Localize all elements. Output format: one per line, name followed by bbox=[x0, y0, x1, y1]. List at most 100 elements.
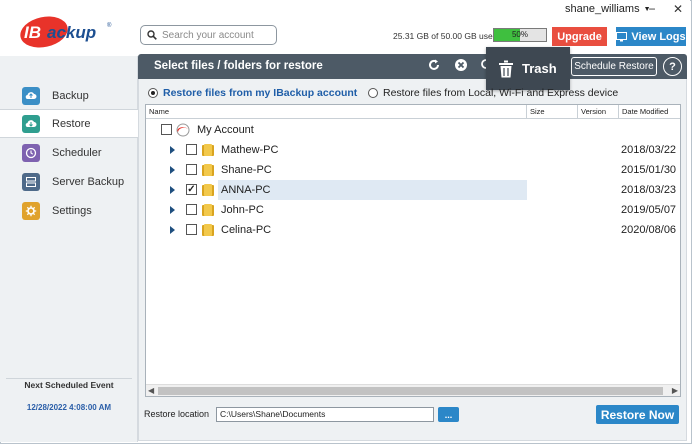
tree-row-name: Mathew-PC bbox=[221, 144, 279, 156]
checkbox[interactable] bbox=[186, 204, 197, 215]
app-header: IB ackup ® shane_williams ▼ − ✕ 25.31 GB… bbox=[0, 0, 690, 56]
restore-location-input[interactable]: C:\Users\Shane\Documents bbox=[216, 407, 434, 422]
schedule-restore-button[interactable]: Schedule Restore bbox=[571, 57, 657, 76]
expand-arrow-icon[interactable] bbox=[170, 146, 175, 154]
restore-account-label: Restore files from my IBackup account bbox=[163, 87, 358, 99]
panel-title: Select files / folders for restore bbox=[154, 60, 323, 72]
sidebar-item-label: Settings bbox=[52, 204, 92, 217]
cancel-icon[interactable] bbox=[453, 58, 469, 74]
gear-icon bbox=[22, 201, 40, 220]
restore-from-local-option[interactable]: Restore files from Local, Wi-Fi and Expr… bbox=[368, 87, 618, 99]
tree-root-row[interactable]: My Account bbox=[146, 120, 680, 140]
folder-icon bbox=[202, 204, 214, 216]
view-logs-button[interactable]: View Logs bbox=[616, 27, 686, 46]
tree-row-date: 2020/08/06 bbox=[621, 224, 677, 236]
folder-icon bbox=[202, 164, 214, 176]
next-event-title: Next Scheduled Event bbox=[24, 380, 114, 390]
folder-icon bbox=[202, 184, 214, 196]
sidebar-item-label: Scheduler bbox=[52, 146, 102, 159]
sidebar-item-label: Backup bbox=[52, 89, 89, 102]
folder-icon bbox=[202, 144, 214, 156]
divider bbox=[6, 378, 132, 379]
column-date-modified[interactable]: Date Modified bbox=[619, 105, 680, 119]
refresh-icon[interactable] bbox=[426, 58, 442, 74]
sidebar-item-scheduler[interactable]: Scheduler bbox=[0, 138, 138, 167]
restore-location-label: Restore location bbox=[144, 409, 210, 419]
column-size[interactable]: Size bbox=[527, 105, 578, 119]
tree-row-date: 2019/05/07 bbox=[621, 204, 677, 216]
storage-progress-bar: 50% bbox=[493, 28, 547, 42]
tree-row-date: 2015/01/30 bbox=[621, 164, 677, 176]
tree-root-label: My Account bbox=[197, 124, 254, 136]
column-name[interactable]: Name bbox=[146, 105, 527, 119]
checkbox[interactable] bbox=[186, 164, 197, 175]
trash-tooltip[interactable]: Trash bbox=[486, 47, 570, 90]
restore-local-label: Restore files from Local, Wi-Fi and Expr… bbox=[383, 87, 619, 99]
checkbox[interactable] bbox=[161, 124, 172, 135]
help-button[interactable]: ? bbox=[663, 57, 682, 76]
username: shane_williams bbox=[565, 3, 640, 15]
tree-row-date: 2018/03/22 bbox=[621, 144, 677, 156]
checkbox[interactable] bbox=[186, 224, 197, 235]
svg-text:ackup: ackup bbox=[47, 23, 96, 42]
window-controls: − ✕ bbox=[646, 2, 684, 16]
tree-row-name: ANNA-PC bbox=[221, 184, 271, 196]
tree-row[interactable]: Shane-PC 2015/01/30 bbox=[146, 160, 680, 180]
user-menu[interactable]: shane_williams ▼ bbox=[565, 3, 651, 15]
scrollbar-thumb[interactable] bbox=[158, 387, 663, 395]
expand-arrow-icon[interactable] bbox=[170, 226, 175, 234]
file-tree: Name Size Version Date Modified My Accou… bbox=[145, 104, 681, 397]
trash-icon bbox=[499, 60, 513, 77]
ibackup-account-icon bbox=[176, 123, 190, 137]
cloud-download-icon bbox=[22, 114, 40, 133]
expand-arrow-icon[interactable] bbox=[170, 186, 175, 194]
sidebar-item-backup[interactable]: Backup bbox=[0, 81, 138, 110]
sidebar-item-label: Server Backup bbox=[52, 175, 125, 188]
storage-progress-label: 50% bbox=[511, 30, 528, 39]
server-icon bbox=[22, 172, 40, 191]
view-logs-label: View Logs bbox=[631, 30, 686, 43]
tree-row[interactable]: ✓ ANNA-PC 2018/03/23 bbox=[146, 180, 680, 200]
tooltip-label: Trash bbox=[522, 61, 557, 76]
upgrade-button[interactable]: Upgrade bbox=[552, 27, 607, 46]
next-event-time: 12/28/2022 4:08:00 AM bbox=[26, 403, 112, 412]
sidebar-item-server-backup[interactable]: Server Backup bbox=[0, 167, 138, 196]
svg-text:IB: IB bbox=[24, 23, 41, 42]
horizontal-scrollbar[interactable]: ◀ ▶ bbox=[146, 384, 680, 396]
sidebar-item-settings[interactable]: Settings bbox=[0, 196, 138, 225]
close-window-icon[interactable]: ✕ bbox=[672, 2, 684, 16]
expand-arrow-icon[interactable] bbox=[170, 206, 175, 214]
minimize-icon[interactable]: − bbox=[646, 2, 658, 16]
tree-row-name: John-PC bbox=[221, 204, 264, 216]
next-scheduled-event: Next Scheduled Event 12/28/2022 4:08:00 … bbox=[0, 380, 138, 412]
tree-row[interactable]: Celina-PC 2020/08/06 bbox=[146, 220, 680, 240]
restore-now-button[interactable]: Restore Now bbox=[596, 405, 679, 424]
radio-selected[interactable] bbox=[148, 88, 158, 98]
tree-header: Name Size Version Date Modified bbox=[146, 105, 680, 119]
storage-quota-text: 25.31 GB of 50.00 GB used bbox=[393, 31, 498, 41]
checkbox[interactable] bbox=[186, 144, 197, 155]
sidebar: Backup Restore Scheduler Server Backup S… bbox=[0, 56, 138, 442]
sidebar-item-restore[interactable]: Restore bbox=[0, 109, 138, 138]
radio-unselected[interactable] bbox=[368, 88, 378, 98]
scroll-left-icon[interactable]: ◀ bbox=[148, 386, 154, 395]
browse-button[interactable]: ... bbox=[438, 407, 459, 422]
clock-icon bbox=[22, 143, 40, 162]
tree-row-date: 2018/03/23 bbox=[621, 184, 677, 196]
checkbox[interactable]: ✓ bbox=[186, 184, 197, 195]
scroll-right-icon[interactable]: ▶ bbox=[672, 386, 678, 395]
tree-row[interactable]: Mathew-PC 2018/03/22 bbox=[146, 140, 680, 160]
expand-arrow-icon[interactable] bbox=[170, 166, 175, 174]
column-version[interactable]: Version bbox=[578, 105, 619, 119]
svg-text:®: ® bbox=[107, 22, 112, 29]
cloud-upload-icon bbox=[22, 86, 40, 105]
sidebar-item-label: Restore bbox=[52, 117, 91, 130]
tree-row[interactable]: John-PC 2019/05/07 bbox=[146, 200, 680, 220]
search-box[interactable] bbox=[140, 25, 277, 45]
search-input[interactable] bbox=[162, 29, 272, 41]
tree-row-name: Celina-PC bbox=[221, 224, 272, 236]
tree-row-name: Shane-PC bbox=[221, 164, 272, 176]
restore-from-account-option[interactable]: Restore files from my IBackup account bbox=[148, 87, 357, 99]
search-icon bbox=[147, 30, 157, 40]
monitor-icon bbox=[616, 31, 628, 41]
